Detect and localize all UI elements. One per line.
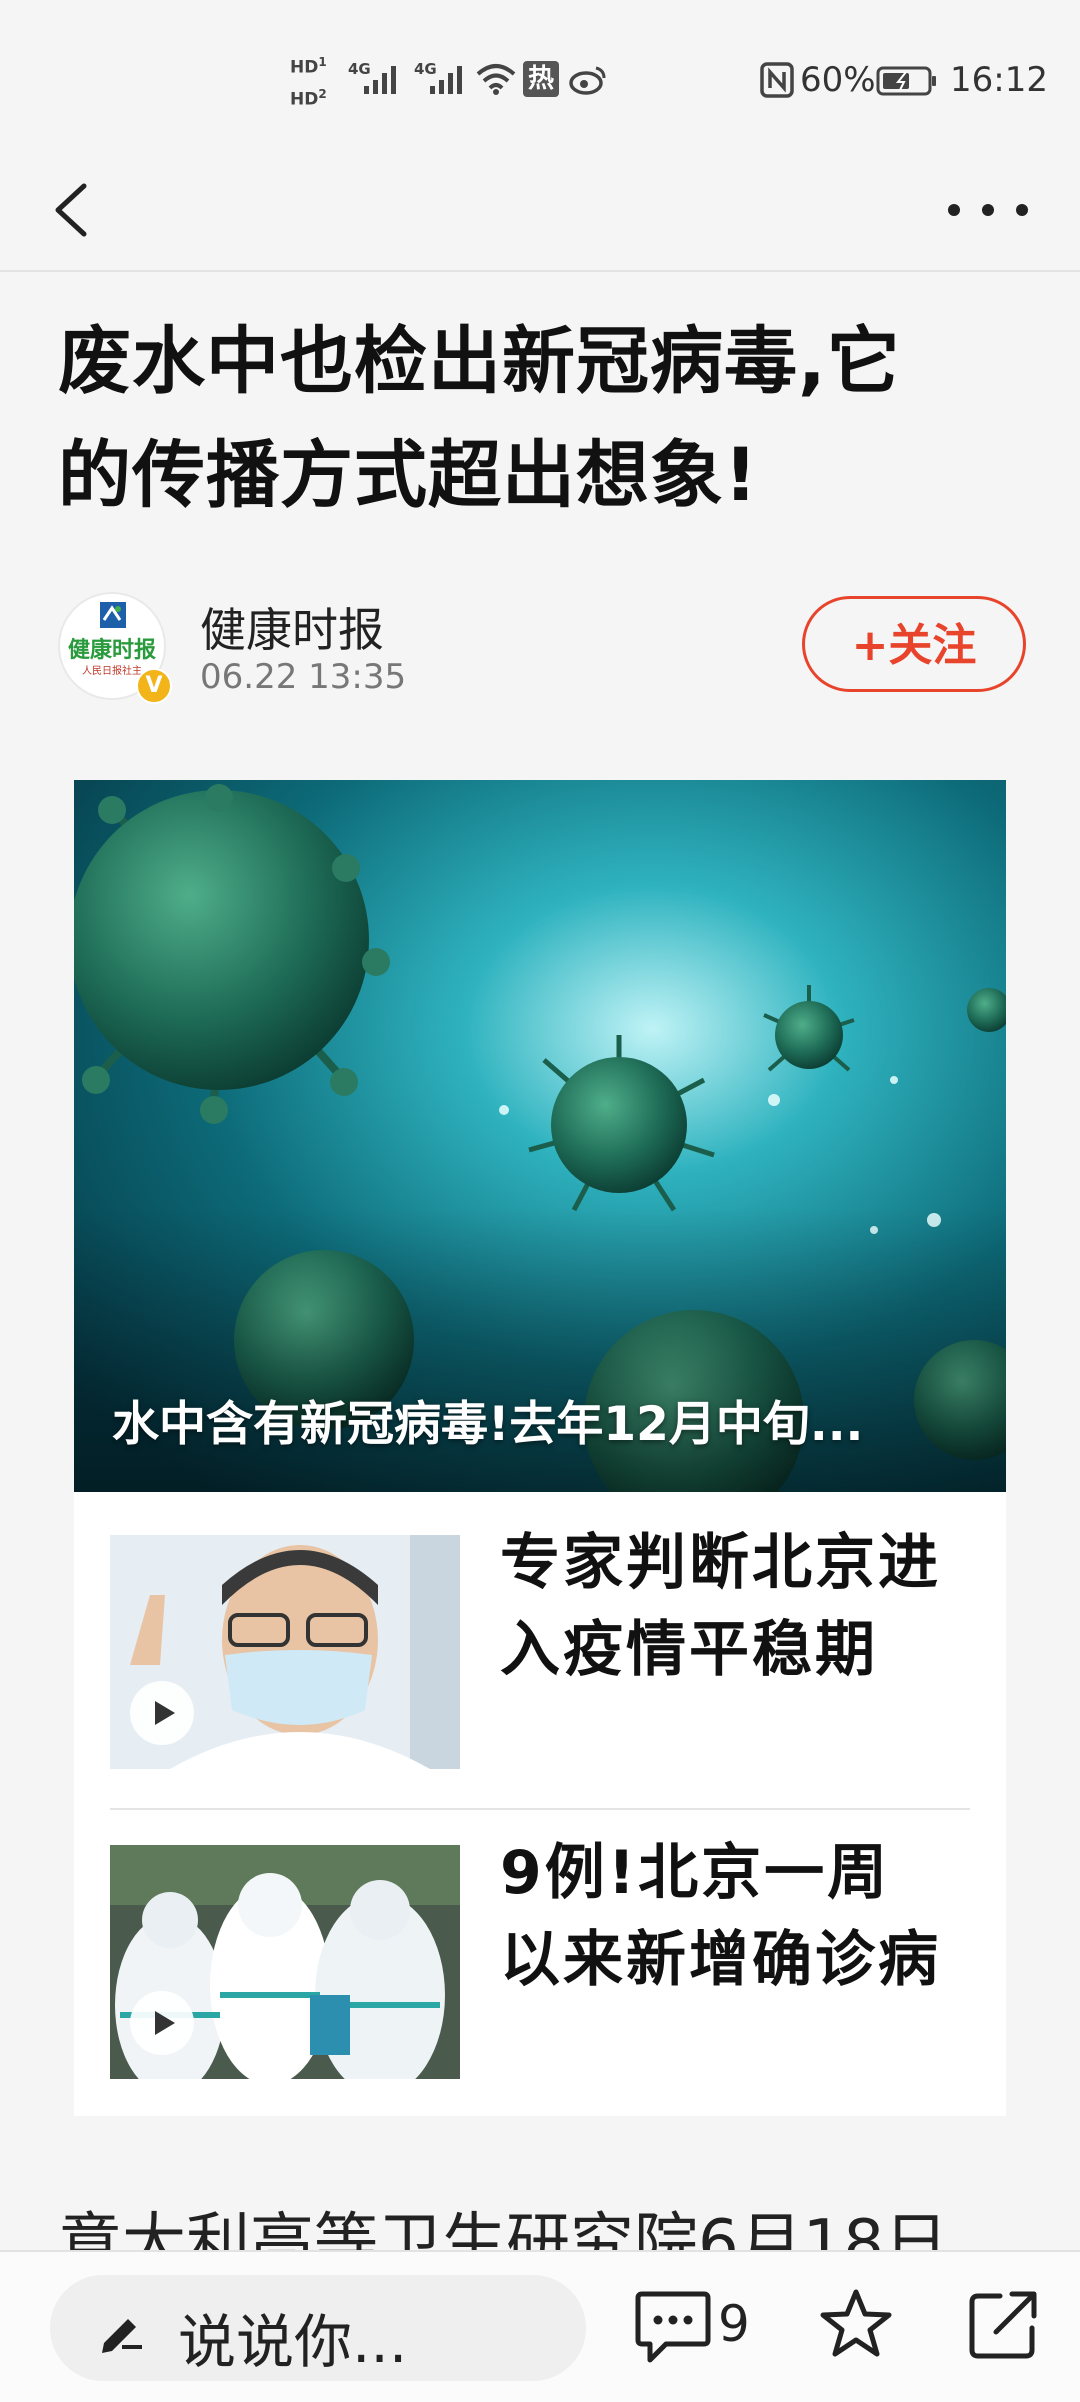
pencil-icon xyxy=(102,2319,142,2353)
battery-percent: 60% xyxy=(800,60,876,100)
clock: 16:12 xyxy=(950,60,1048,100)
comment-placeholder[interactable]: 说说你... xyxy=(178,2295,407,2379)
star-icon[interactable] xyxy=(818,2286,894,2362)
avatar-logo-text: 健康时报 xyxy=(67,637,156,663)
hot-icon: 热 xyxy=(523,61,559,97)
related-title-1-line-2: 入疫情平稳期 xyxy=(500,1615,878,1685)
related-thumb-1[interactable] xyxy=(110,1535,460,1769)
related-title-2[interactable]: 9例!北京一周 以来新增确诊病 xyxy=(500,1830,970,2004)
weibo-icon xyxy=(569,66,606,95)
article-title-line-1: 废水中也检出新冠病毒,它 xyxy=(58,319,901,404)
related-title-1-line-1: 专家判断北京进 xyxy=(500,1528,941,1598)
nav-bar xyxy=(0,150,1080,272)
follow-button[interactable]: +关注 xyxy=(802,596,1026,692)
comment-count: 9 xyxy=(718,2295,750,2353)
status-bar: HD1 HD2 4G 4G 热 60% 16:12 xyxy=(0,0,1080,150)
hd1-indicator: HD1 xyxy=(290,55,327,78)
related-thumb-2[interactable] xyxy=(110,1845,460,2079)
nfc-icon xyxy=(760,62,794,98)
hero-caption: 水中含有新冠病毒!去年12月中旬... xyxy=(112,1397,864,1452)
battery-icon xyxy=(876,66,936,96)
related-title-2-line-1: 9例!北京一周 xyxy=(500,1838,891,1908)
play-icon-2 xyxy=(130,1991,194,2055)
publish-time: 06.22 13:35 xyxy=(200,657,407,697)
share-icon[interactable] xyxy=(966,2288,1042,2362)
more-dots-icon[interactable] xyxy=(940,190,1036,230)
play-icon xyxy=(130,1681,194,1745)
related-title-2-line-2: 以来新增确诊病 xyxy=(500,1925,941,1995)
article-title-line-2: 的传播方式超出想象! xyxy=(58,433,759,518)
related-title-1[interactable]: 专家判断北京进 入疫情平稳期 xyxy=(500,1520,970,1694)
logo-mark-icon xyxy=(100,602,126,628)
divider xyxy=(110,1808,970,1810)
author-name[interactable]: 健康时报 xyxy=(200,594,384,660)
signal-icon-2 xyxy=(430,66,462,94)
article-title: 废水中也检出新冠病毒,它 的传播方式超出想象! xyxy=(58,305,1028,533)
verified-badge: V xyxy=(136,668,172,704)
hd2-indicator: HD2 xyxy=(290,87,327,110)
back-icon[interactable] xyxy=(40,164,104,256)
wifi-icon xyxy=(476,64,516,95)
signal-icon xyxy=(364,66,396,94)
comment-bubble-icon[interactable] xyxy=(634,2288,714,2366)
